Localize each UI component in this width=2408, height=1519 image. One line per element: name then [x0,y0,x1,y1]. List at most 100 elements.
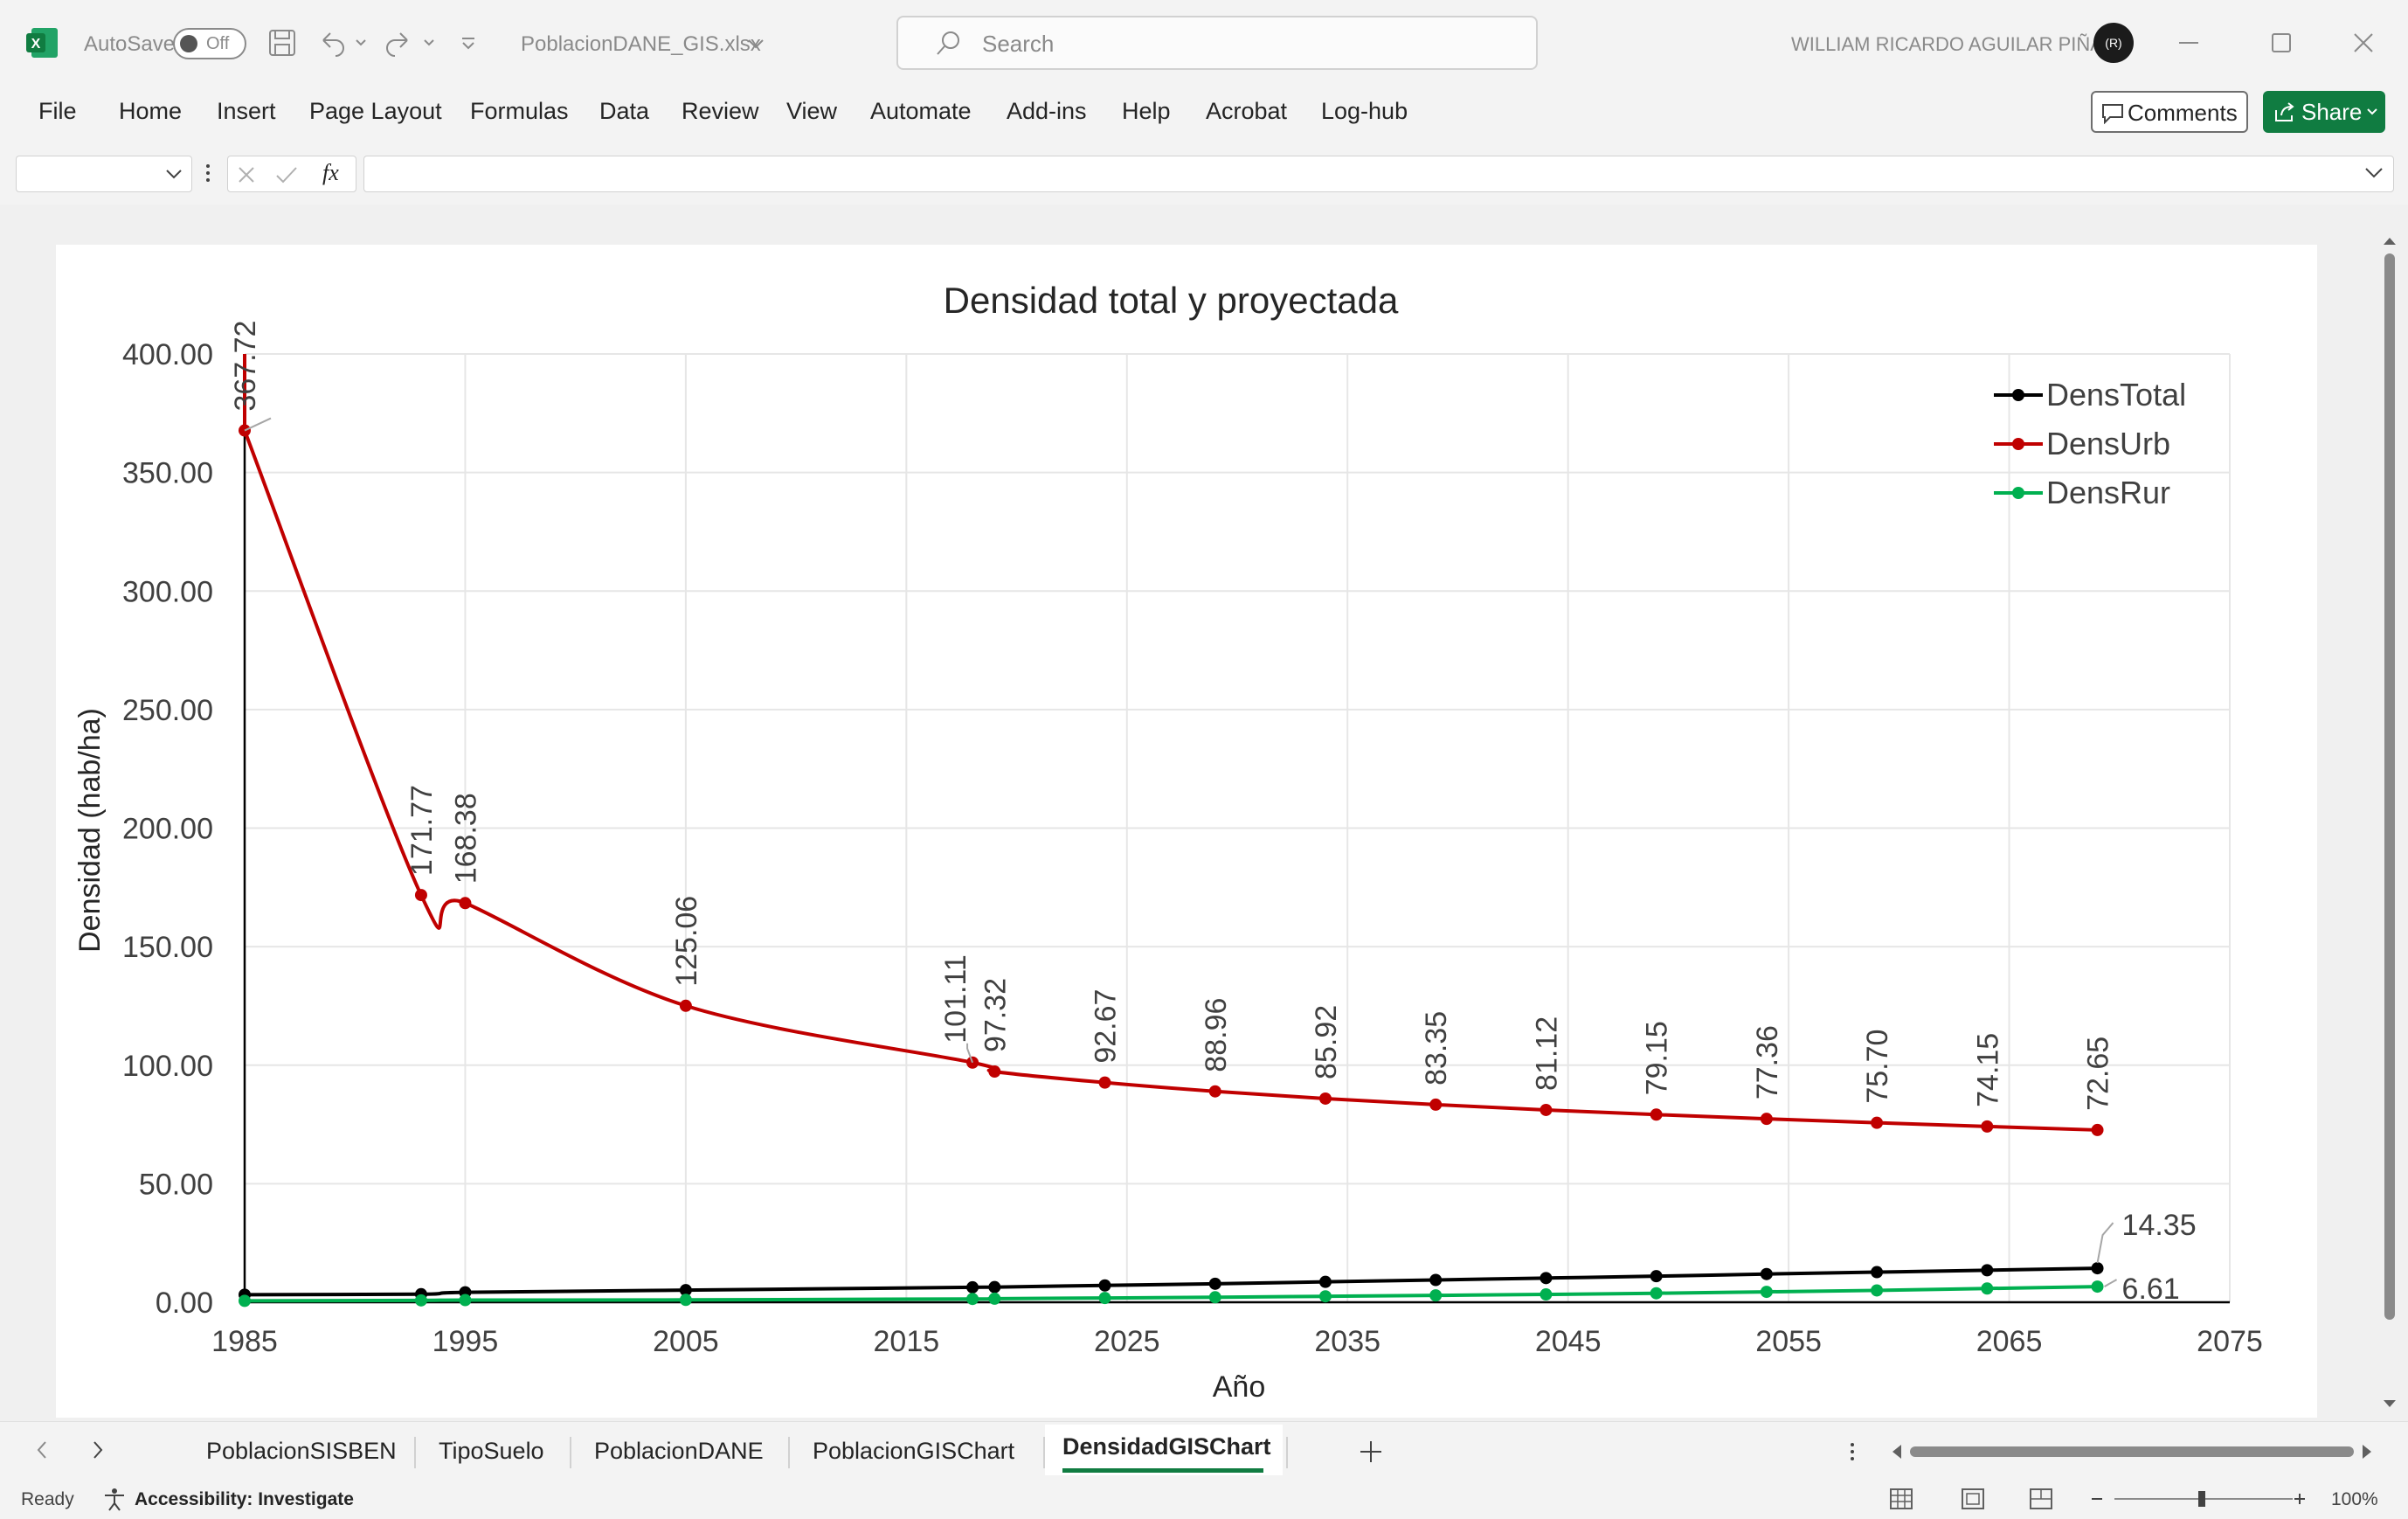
page-layout-view-icon[interactable] [1961,1488,1985,1510]
legend-marker [2012,438,2024,450]
axes: 0.00 50.00 100.00 150.00 200.00 250.00 300.00 3… [122,338,2263,1358]
status-ready: Ready [21,1489,74,1509]
y-tick-label: 100.00 [122,1050,213,1083]
data-point [1981,1282,1994,1295]
data-label: 81.12 [1530,1016,1563,1091]
data-point [414,1294,427,1307]
accessibility-icon[interactable] [101,1486,128,1512]
data-point [1098,1076,1111,1089]
data-label: 75.70 [1861,1030,1894,1104]
sheet-tab-tiposuelo[interactable]: TipoSuelo [439,1438,544,1465]
leader-line [2096,1222,2114,1264]
y-tick-label: 0.00 [156,1287,213,1320]
tab-divider [788,1437,790,1468]
sheet-tab-poblacionsisben[interactable]: PoblacionSISBEN [206,1438,397,1465]
data-point [1208,1291,1221,1304]
tab-divider [414,1437,416,1468]
data-point [1871,1116,1884,1129]
data-point [1098,1279,1111,1292]
data-point [1760,1113,1773,1126]
normal-view-icon[interactable] [1889,1488,1913,1510]
data-point [966,1293,979,1306]
data-point [1318,1092,1332,1105]
more-sheets-icon[interactable] [1845,1439,1859,1465]
data-label: 171.77 [405,785,439,876]
legend-marker [2012,487,2024,499]
data-label: 97.32 [979,978,1012,1052]
data-point [239,1294,251,1307]
data-point [414,889,427,902]
data-point [459,1294,472,1307]
legend: DensTotal DensUrb DensRur [1994,377,2186,510]
line-chart: 0.00 50.00 100.00 150.00 200.00 250.00 300.00 3… [73,280,2263,1404]
x-tick-label: 2005 [653,1325,719,1358]
data-point [1760,1286,1773,1299]
legend-marker [2012,389,2024,401]
data-point [1981,1264,1994,1277]
chart-title: Densidad total y proyectada [944,280,1399,321]
data-label: 83.35 [1420,1011,1453,1085]
data-point [1208,1277,1221,1290]
add-sheet-icon[interactable] [1358,1439,1384,1465]
data-label: 77.36 [1751,1025,1784,1099]
page-break-view-icon[interactable] [2029,1488,2053,1510]
tab-divider [570,1437,571,1468]
data-label: 85.92 [1310,1005,1343,1079]
data-label: 88.96 [1200,998,1233,1072]
x-tick-label: 1985 [211,1325,278,1358]
leader-line [244,417,272,432]
data-label: 125.06 [670,896,703,987]
data-point [1429,1273,1443,1287]
data-point [988,1065,1001,1079]
data-label: 79.15 [1641,1021,1674,1095]
sheet-tab-poblaciongischart[interactable]: PoblacionGISChart [813,1438,1014,1465]
data-point [966,1280,979,1294]
zoom-slider[interactable] [2088,1488,2307,1510]
data-point [2091,1262,2104,1275]
zoom-level[interactable]: 100% [2331,1489,2378,1510]
data-point [1318,1290,1332,1303]
sheet-tab-poblaciondane[interactable]: PoblacionDANE [594,1438,764,1465]
vertical-scrollbar[interactable] [2377,229,2403,1418]
chevron-left-icon[interactable] [31,1437,52,1463]
legend-entry: DensUrb [2046,426,2170,461]
data-point [1650,1108,1663,1121]
data-label: 14.35 [2122,1209,2197,1242]
data-label: 168.38 [449,793,482,884]
sheet-tab-densidadgischart[interactable]: DensidadGISChart [1062,1433,1271,1460]
data-label: 92.67 [1090,989,1123,1064]
data-point [1871,1266,1884,1279]
data-labels: 14.35 367.72 171.77 168.38 125.06 101.11 97.32… [229,321,2197,1307]
accessibility-status[interactable]: Accessibility: Investigate [135,1489,354,1510]
data-point [1540,1272,1553,1285]
data-point [2091,1123,2104,1136]
horizontal-scrollbar[interactable] [1887,1440,2377,1463]
data-point [1429,1098,1443,1111]
active-tab-indicator [1062,1468,1263,1473]
x-tick-label: 2015 [874,1325,940,1358]
y-tick-label: 50.00 [139,1168,213,1201]
series-line-densurb [243,429,2098,1132]
x-tick-label: 2065 [1976,1325,2043,1358]
data-point [2091,1280,2104,1294]
data-label: 72.65 [2082,1037,2115,1111]
data-label: 6.61 [2122,1273,2180,1306]
x-tick-label: 2025 [1094,1325,1160,1358]
gridlines [245,353,2231,1302]
data-point [1871,1284,1884,1297]
legend-entry: DensRur [2046,475,2170,510]
y-axis-title: Densidad (hab/ha) [73,708,107,953]
leader-line [2104,1279,2118,1287]
x-axis-title: Año [1213,1370,1266,1404]
series [239,354,2104,1307]
data-point [1098,1292,1111,1305]
y-tick-label: 250.00 [122,694,213,727]
y-tick-label: 350.00 [122,457,213,490]
data-point [1429,1289,1443,1302]
tab-divider [1286,1437,1288,1468]
data-point [1318,1275,1332,1288]
chevron-right-icon[interactable] [87,1437,108,1463]
series-line-densrur [244,1285,2098,1303]
x-tick-label: 1995 [432,1325,499,1358]
data-point [1650,1270,1663,1283]
